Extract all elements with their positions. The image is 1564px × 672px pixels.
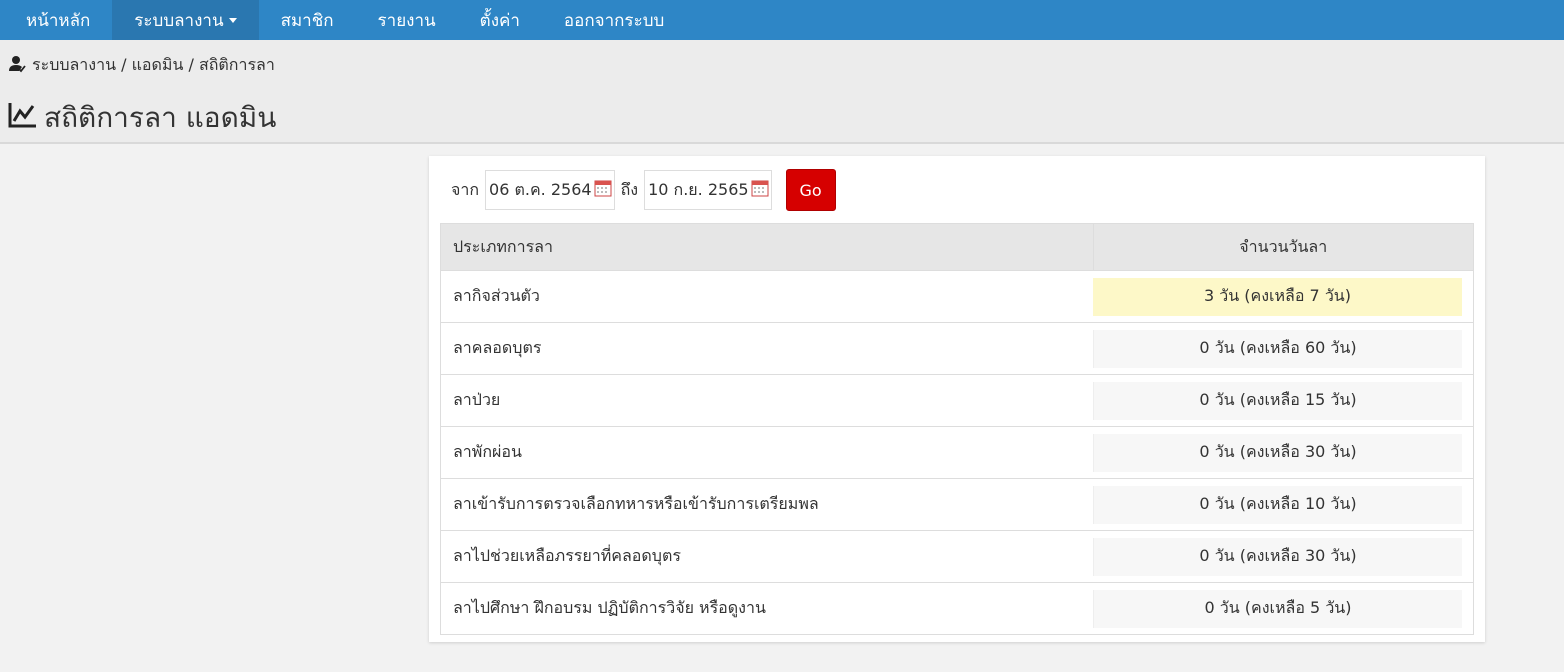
- nav-settings-label: ตั้งค่า: [479, 10, 520, 31]
- line-chart-icon: [8, 101, 38, 136]
- leave-days-cell: 0 วัน (คงเหลือ 60 วัน): [1093, 322, 1474, 375]
- table-row: ลาเข้ารับการตรวจเลือกทหารหรือเข้ารับการเ…: [440, 478, 1474, 531]
- leave-type: ลาคลอดบุตร: [440, 322, 1093, 375]
- nav-leave-system[interactable]: ระบบลางาน: [112, 0, 259, 40]
- nav-home-label: หน้าหลัก: [26, 10, 91, 31]
- nav-logout[interactable]: ออกจากระบบ: [542, 0, 686, 40]
- leave-type: ลาพักผ่อน: [440, 426, 1093, 479]
- leave-type: ลาเข้ารับการตรวจเลือกทหารหรือเข้ารับการเ…: [440, 478, 1093, 531]
- header-leave-type: ประเภทการลา: [440, 223, 1094, 271]
- breadcrumb: ระบบลางาน / แอดมิน / สถิติการลา: [8, 53, 275, 78]
- date-filter: จาก 06 ต.ค. 2564 ถึง 10 ก.ย. 2565 Go: [451, 169, 836, 211]
- leave-days: 0 วัน (คงเหลือ 15 วัน): [1093, 381, 1462, 420]
- from-label: จาก: [451, 179, 480, 199]
- leave-days: 0 วัน (คงเหลือ 30 วัน): [1093, 537, 1462, 576]
- leave-type: ลาไปช่วยเหลือภรรยาที่คลอดบุตร: [440, 530, 1093, 583]
- leave-days-cell: 0 วัน (คงเหลือ 30 วัน): [1093, 426, 1474, 479]
- nav-reports[interactable]: รายงาน: [356, 0, 458, 40]
- nav-reports-label: รายงาน: [377, 10, 436, 31]
- leave-days-cell: 0 วัน (คงเหลือ 5 วัน): [1093, 582, 1474, 635]
- leave-days-cell: 0 วัน (คงเหลือ 10 วัน): [1093, 478, 1474, 531]
- leave-days: 0 วัน (คงเหลือ 5 วัน): [1093, 589, 1462, 628]
- table-row: ลาพักผ่อน 0 วัน (คงเหลือ 30 วัน): [440, 426, 1474, 479]
- table-header-row: ประเภทการลา จำนวนวันลา: [440, 223, 1474, 271]
- leave-days: 0 วัน (คงเหลือ 10 วัน): [1093, 485, 1462, 524]
- nav-home[interactable]: หน้าหลัก: [4, 0, 112, 40]
- nav-settings[interactable]: ตั้งค่า: [458, 0, 542, 40]
- table-row: ลาไปช่วยเหลือภรรยาที่คลอดบุตร 0 วัน (คงเ…: [440, 530, 1474, 583]
- user-icon: [8, 55, 26, 77]
- nav-members[interactable]: สมาชิก: [259, 0, 356, 40]
- table-row: ลาไปศึกษา ฝึกอบรม ปฏิบัติการวิจัย หรือดู…: [440, 582, 1474, 635]
- breadcrumb-text: ระบบลางาน / แอดมิน / สถิติการลา: [32, 55, 275, 74]
- leave-type: ลาป่วย: [440, 374, 1093, 427]
- nav-logout-label: ออกจากระบบ: [563, 10, 665, 31]
- calendar-icon[interactable]: [594, 179, 612, 201]
- statistics-panel: จาก 06 ต.ค. 2564 ถึง 10 ก.ย. 2565 Go ประ…: [429, 156, 1485, 642]
- to-date-field[interactable]: 10 ก.ย. 2565: [644, 170, 772, 210]
- top-navbar: หน้าหลัก ระบบลางาน สมาชิก รายงาน ตั้งค่า…: [0, 0, 1564, 40]
- nav-members-label: สมาชิก: [280, 10, 334, 31]
- leave-type: ลากิจส่วนตัว: [440, 270, 1093, 323]
- leave-days: 0 วัน (คงเหลือ 30 วัน): [1093, 433, 1462, 472]
- leave-type: ลาไปศึกษา ฝึกอบรม ปฏิบัติการวิจัย หรือดู…: [440, 582, 1093, 635]
- to-date-value: 10 ก.ย. 2565: [648, 179, 749, 199]
- page-title: สถิติการลา แอดมิน: [8, 96, 276, 140]
- from-date-value: 06 ต.ค. 2564: [489, 179, 592, 199]
- table-row: ลาคลอดบุตร 0 วัน (คงเหลือ 60 วัน): [440, 322, 1474, 375]
- go-button[interactable]: Go: [785, 169, 836, 211]
- leave-days-cell: 0 วัน (คงเหลือ 30 วัน): [1093, 530, 1474, 583]
- calendar-icon[interactable]: [751, 179, 769, 201]
- caret-down-icon: [228, 17, 237, 23]
- table-row: ลาป่วย 0 วัน (คงเหลือ 15 วัน): [440, 374, 1474, 427]
- leave-stats-table: ประเภทการลา จำนวนวันลา ลากิจส่วนตัว 3 วั…: [440, 223, 1474, 635]
- leave-days-cell: 0 วัน (คงเหลือ 15 วัน): [1093, 374, 1474, 427]
- leave-days: 3 วัน (คงเหลือ 7 วัน): [1093, 277, 1462, 316]
- leave-days: 0 วัน (คงเหลือ 60 วัน): [1093, 329, 1462, 368]
- from-date-field[interactable]: 06 ต.ค. 2564: [485, 170, 615, 210]
- nav-leave-system-label: ระบบลางาน: [134, 10, 224, 31]
- page-header: ระบบลางาน / แอดมิน / สถิติการลา สถิติการ…: [0, 40, 1564, 144]
- header-leave-days: จำนวนวันลา: [1092, 223, 1474, 271]
- to-label: ถึง: [620, 179, 639, 199]
- leave-days-cell: 3 วัน (คงเหลือ 7 วัน): [1093, 270, 1474, 323]
- page-title-text: สถิติการลา แอดมิน: [44, 101, 277, 134]
- table-row: ลากิจส่วนตัว 3 วัน (คงเหลือ 7 วัน): [440, 270, 1474, 323]
